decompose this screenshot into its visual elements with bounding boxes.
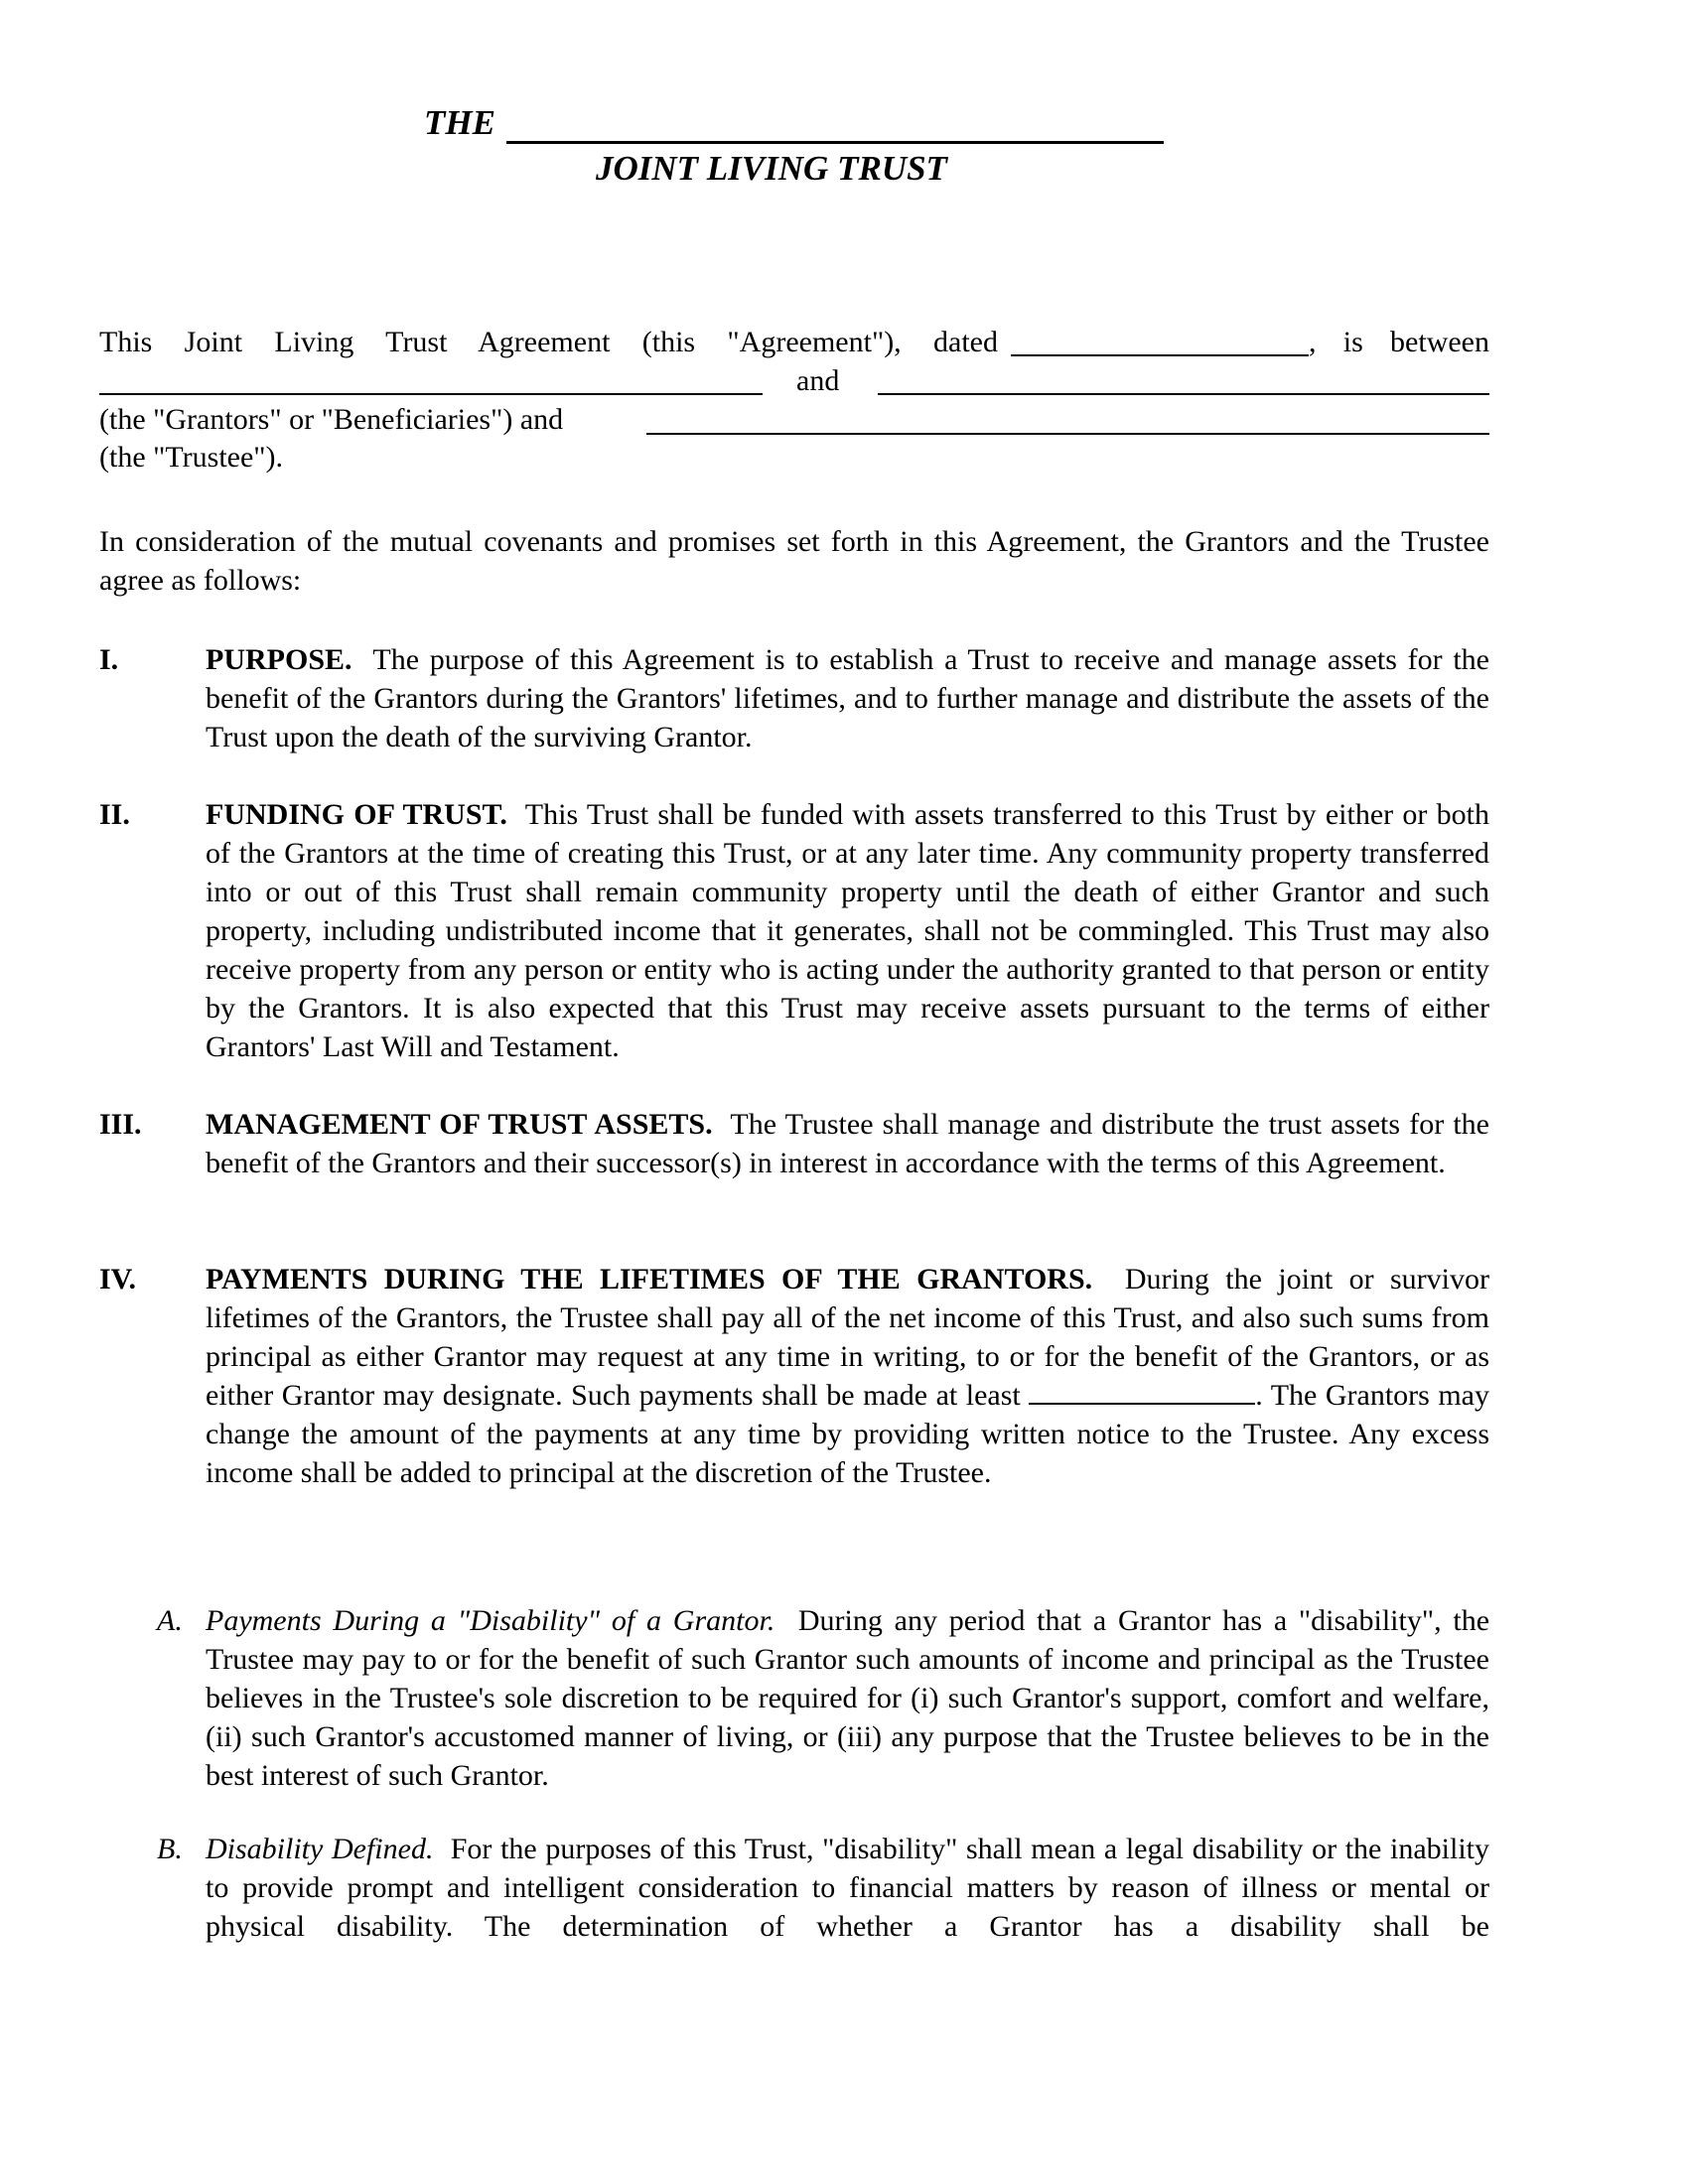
section-heading: PAYMENTS DURING THE LIFETIMES OF THE GRA… <box>206 1263 1093 1296</box>
section-payments: PAYMENTS DURING THE LIFETIMES OF THE GRA… <box>206 1260 1489 1492</box>
payment-frequency-blank[interactable] <box>1029 1377 1256 1405</box>
subsection-heading: Payments During a "Disability" of a Gran… <box>206 1604 775 1637</box>
subsection-heading: Disability Defined. <box>206 1833 434 1865</box>
title-prefix: THE <box>424 103 495 142</box>
grantor-2-blank[interactable] <box>878 393 1489 395</box>
section-number: IV. <box>99 1263 136 1296</box>
document-page: THE JOINT LIVING TRUST This Joint Living… <box>0 0 1688 2184</box>
trustee-blank[interactable] <box>646 433 1489 435</box>
intro-line-1-end: , is between <box>1309 326 1489 358</box>
subsection-letter: B. <box>157 1833 183 1865</box>
section-funding: FUNDING OF TRUST. This Trust shall be fu… <box>206 795 1489 1066</box>
grantor-1-blank[interactable] <box>99 393 763 395</box>
section-heading: MANAGEMENT OF TRUST ASSETS. <box>206 1108 713 1141</box>
intro-line-1: This Joint Living Trust Agreement (this … <box>99 326 998 358</box>
section-heading: PURPOSE. <box>206 643 352 676</box>
subsection-letter: A. <box>157 1604 183 1637</box>
subsection-disability-defined: Disability Defined. For the purposes of … <box>206 1830 1489 1946</box>
consideration-paragraph: In consideration of the mutual covenants… <box>99 525 1489 597</box>
section-text: This Trust shall be funded with assets t… <box>206 798 1489 1063</box>
section-number: I. <box>99 643 119 676</box>
section-purpose: PURPOSE. The purpose of this Agreement i… <box>206 640 1489 756</box>
section-heading: FUNDING OF TRUST. <box>206 798 507 831</box>
intro-line-4: (the "Trustee"). <box>99 441 284 474</box>
section-number: III. <box>99 1108 142 1141</box>
intro-line-3: (the "Grantors" or "Beneficiaries") and <box>99 403 564 436</box>
intro-and: and <box>796 364 840 397</box>
subsection-disability-payments: Payments During a "Disability" of a Gran… <box>206 1601 1489 1795</box>
document-title: JOINT LIVING TRUST <box>596 149 947 188</box>
trust-name-blank[interactable] <box>506 141 1164 144</box>
section-number: II. <box>99 798 130 831</box>
date-blank[interactable] <box>1011 354 1309 356</box>
section-text: The purpose of this Agreement is to esta… <box>206 643 1489 753</box>
section-management: MANAGEMENT OF TRUST ASSETS. The Trustee … <box>206 1105 1489 1182</box>
